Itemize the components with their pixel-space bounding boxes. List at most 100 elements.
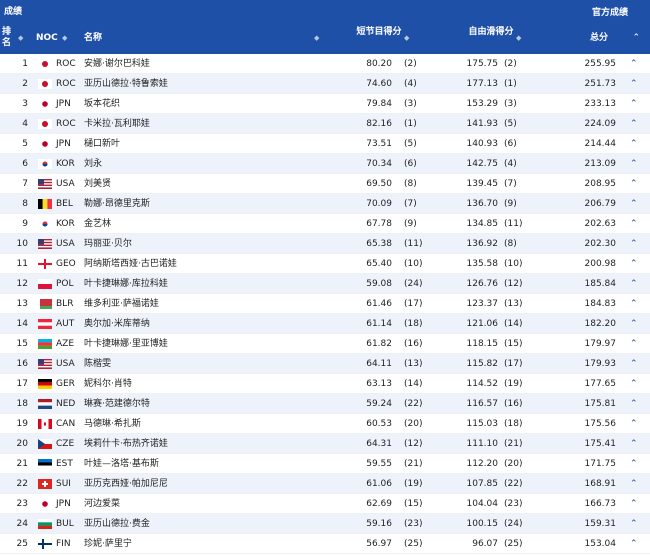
chevron-up-icon[interactable]: ⌃ [630, 78, 638, 90]
short-program-score: 70.09 [366, 199, 392, 209]
athlete-name[interactable]: 安娜·谢尔巴科娃 [84, 58, 150, 70]
chevron-up-icon[interactable]: ⌃ [630, 98, 638, 110]
chevron-up-icon[interactable]: ⌃ [630, 278, 638, 290]
table-row[interactable]: 4 ROC 卡米拉·瓦利耶娃 82.16 (1) 141.93 (5) 224.… [0, 114, 650, 134]
chevron-up-icon[interactable]: ⌃ [630, 238, 638, 250]
athlete-name[interactable]: 卡米拉·瓦利耶娃 [84, 118, 150, 130]
table-row[interactable]: 12 POL 叶卡捷琳娜·库拉科娃 59.08 (24) 126.76 (12)… [0, 274, 650, 294]
chevron-up-icon[interactable]: ⌃ [630, 478, 638, 490]
noc-cell: KOR [56, 219, 75, 229]
athlete-name[interactable]: 刘永 [84, 158, 102, 170]
noc-header[interactable]: NOC [36, 33, 58, 44]
athlete-name[interactable]: 亚历山德拉·特鲁索娃 [84, 78, 168, 90]
table-row[interactable]: 11 GEO 阿纳斯塔西娅·古巴诺娃 65.40 (10) 135.58 (10… [0, 254, 650, 274]
athlete-name[interactable]: 叶娃—洛塔·基布斯 [84, 458, 159, 470]
athlete-name[interactable]: 樋口新叶 [84, 138, 120, 150]
table-row[interactable]: 1 ROC 安娜·谢尔巴科娃 80.20 (2) 175.75 (2) 255.… [0, 54, 650, 74]
sort-icon[interactable]: ◆ [62, 34, 67, 42]
athlete-name[interactable]: 亚历克西娅·帕加尼尼 [84, 478, 168, 490]
athlete-name[interactable]: 叶卡捷琳娜·里亚博娃 [84, 338, 168, 350]
table-row[interactable]: 13 BLR 维多利亚·萨福诺娃 61.46 (17) 123.37 (13) … [0, 294, 650, 314]
short-program-score: 61.06 [366, 479, 392, 489]
chevron-up-icon[interactable]: ⌃ [630, 58, 638, 70]
table-row[interactable]: 15 AZE 叶卡捷琳娜·里亚博娃 61.82 (16) 118.15 (15)… [0, 334, 650, 354]
table-row[interactable]: 6 KOR 刘永 70.34 (6) 142.75 (4) 213.09 ⌃ [0, 154, 650, 174]
athlete-name[interactable]: 珍妮·萨里宁 [84, 538, 132, 550]
chevron-up-icon[interactable]: ⌃ [630, 438, 638, 450]
table-row[interactable]: 5 JPN 樋口新叶 73.51 (5) 140.93 (6) 214.44 ⌃ [0, 134, 650, 154]
flag-icon [38, 319, 52, 329]
chevron-up-icon[interactable]: ⌃ [630, 498, 638, 510]
chevron-up-icon[interactable]: ⌃ [630, 458, 638, 470]
chevron-up-icon[interactable]: ⌃ [630, 378, 638, 390]
chevron-up-icon[interactable]: ⌃ [630, 418, 638, 430]
athlete-name[interactable]: 埃莉什卡·布热齐诺娃 [84, 438, 168, 450]
table-row[interactable]: 19 CAN 马德琳·希扎斯 60.53 (20) 115.03 (18) 17… [0, 414, 650, 434]
table-row[interactable]: 21 EST 叶娃—洛塔·基布斯 59.55 (21) 112.20 (20) … [0, 454, 650, 474]
athlete-name[interactable]: 河边爱菜 [84, 498, 120, 510]
free-skating-rank: (15) [504, 339, 523, 349]
chevron-up-icon[interactable]: ⌃ [630, 538, 638, 550]
total-score: 200.98 [584, 259, 617, 269]
chevron-up-icon[interactable]: ⌃ [630, 318, 638, 330]
name-header[interactable]: 名称 [84, 33, 102, 44]
athlete-name[interactable]: 妮科尔·肖特 [84, 378, 132, 390]
table-row[interactable]: 14 AUT 奥尔加·米库蒂纳 61.14 (18) 121.06 (14) 1… [0, 314, 650, 334]
chevron-up-icon[interactable]: ⌃ [632, 33, 640, 43]
athlete-name[interactable]: 马德琳·希扎斯 [84, 418, 141, 430]
table-row[interactable]: 17 GER 妮科尔·肖特 63.13 (14) 114.52 (19) 177… [0, 374, 650, 394]
athlete-name[interactable]: 维多利亚·萨福诺娃 [84, 298, 159, 310]
table-row[interactable]: 9 KOR 金艺林 67.78 (9) 134.85 (11) 202.63 ⌃ [0, 214, 650, 234]
short-program-header[interactable]: 短节目得分 [356, 27, 402, 38]
athlete-name[interactable]: 阿纳斯塔西娅·古巴诺娃 [84, 258, 177, 270]
athlete-name[interactable]: 金艺林 [84, 218, 111, 230]
table-row[interactable]: 18 NED 琳赛·范建德尔特 59.24 (22) 116.57 (16) 1… [0, 394, 650, 414]
table-row[interactable]: 2 ROC 亚历山德拉·特鲁索娃 74.60 (4) 177.13 (1) 25… [0, 74, 650, 94]
athlete-name[interactable]: 坂本花织 [84, 98, 120, 110]
table-row[interactable]: 7 USA 刘美贤 69.50 (8) 139.45 (7) 208.95 ⌃ [0, 174, 650, 194]
athlete-name[interactable]: 奥尔加·米库蒂纳 [84, 318, 150, 330]
chevron-up-icon[interactable]: ⌃ [630, 258, 638, 270]
table-row[interactable]: 24 BUL 亚历山德拉·费金 59.16 (23) 100.15 (24) 1… [0, 514, 650, 534]
short-program-rank: (1) [404, 119, 417, 129]
table-row[interactable]: 22 SUI 亚历克西娅·帕加尼尼 61.06 (19) 107.85 (22)… [0, 474, 650, 494]
chevron-up-icon[interactable]: ⌃ [630, 198, 638, 210]
free-skating-rank: (16) [504, 399, 523, 409]
table-row[interactable]: 16 USA 陈楷雯 64.11 (13) 115.82 (17) 179.93… [0, 354, 650, 374]
chevron-up-icon[interactable]: ⌃ [630, 158, 638, 170]
sort-icon[interactable]: ◆ [314, 34, 319, 42]
flag-icon [38, 499, 52, 509]
athlete-name[interactable]: 叶卡捷琳娜·库拉科娃 [84, 278, 168, 290]
athlete-name[interactable]: 琳赛·范建德尔特 [84, 398, 150, 410]
chevron-up-icon[interactable]: ⌃ [630, 298, 638, 310]
chevron-up-icon[interactable]: ⌃ [630, 338, 638, 350]
table-row[interactable]: 10 USA 玛丽亚·贝尔 65.38 (11) 136.92 (8) 202.… [0, 234, 650, 254]
chevron-up-icon[interactable]: ⌃ [630, 398, 638, 410]
chevron-up-icon[interactable]: ⌃ [630, 518, 638, 530]
chevron-up-icon[interactable]: ⌃ [630, 178, 638, 190]
chevron-up-icon[interactable]: ⌃ [630, 118, 638, 130]
table-row[interactable]: 25 FIN 珍妮·萨里宁 56.97 (25) 96.07 (25) 153.… [0, 534, 650, 554]
table-row[interactable]: 8 BEL 勒娜·昂德里克斯 70.09 (7) 136.70 (9) 206.… [0, 194, 650, 214]
sort-icon[interactable]: ◆ [18, 34, 23, 42]
total-header[interactable]: 总分 [590, 33, 608, 44]
athlete-name[interactable]: 勒娜·昂德里克斯 [84, 198, 150, 210]
chevron-up-icon[interactable]: ⌃ [630, 358, 638, 370]
table-row[interactable]: 20 CZE 埃莉什卡·布热齐诺娃 64.31 (12) 111.10 (21)… [0, 434, 650, 454]
short-program-score: 64.11 [366, 359, 392, 369]
table-row[interactable]: 23 JPN 河边爱菜 62.69 (15) 104.04 (23) 166.7… [0, 494, 650, 514]
rank-header[interactable]: 排名 [2, 27, 16, 49]
athlete-name[interactable]: 玛丽亚·贝尔 [84, 238, 132, 250]
free-skating-header[interactable]: 自由滑得分 [468, 27, 514, 38]
sort-icon[interactable]: ◆ [404, 34, 409, 42]
chevron-up-icon[interactable]: ⌃ [630, 218, 638, 230]
sort-icon[interactable]: ◆ [516, 34, 521, 42]
rank-cell: 4 [22, 119, 28, 129]
athlete-name[interactable]: 亚历山德拉·费金 [84, 518, 150, 530]
rank-cell: 8 [22, 199, 28, 209]
athlete-name[interactable]: 陈楷雯 [84, 358, 111, 370]
athlete-name[interactable]: 刘美贤 [84, 178, 111, 190]
chevron-up-icon[interactable]: ⌃ [630, 138, 638, 150]
flag-icon [38, 99, 52, 109]
table-row[interactable]: 3 JPN 坂本花织 79.84 (3) 153.29 (3) 233.13 ⌃ [0, 94, 650, 114]
